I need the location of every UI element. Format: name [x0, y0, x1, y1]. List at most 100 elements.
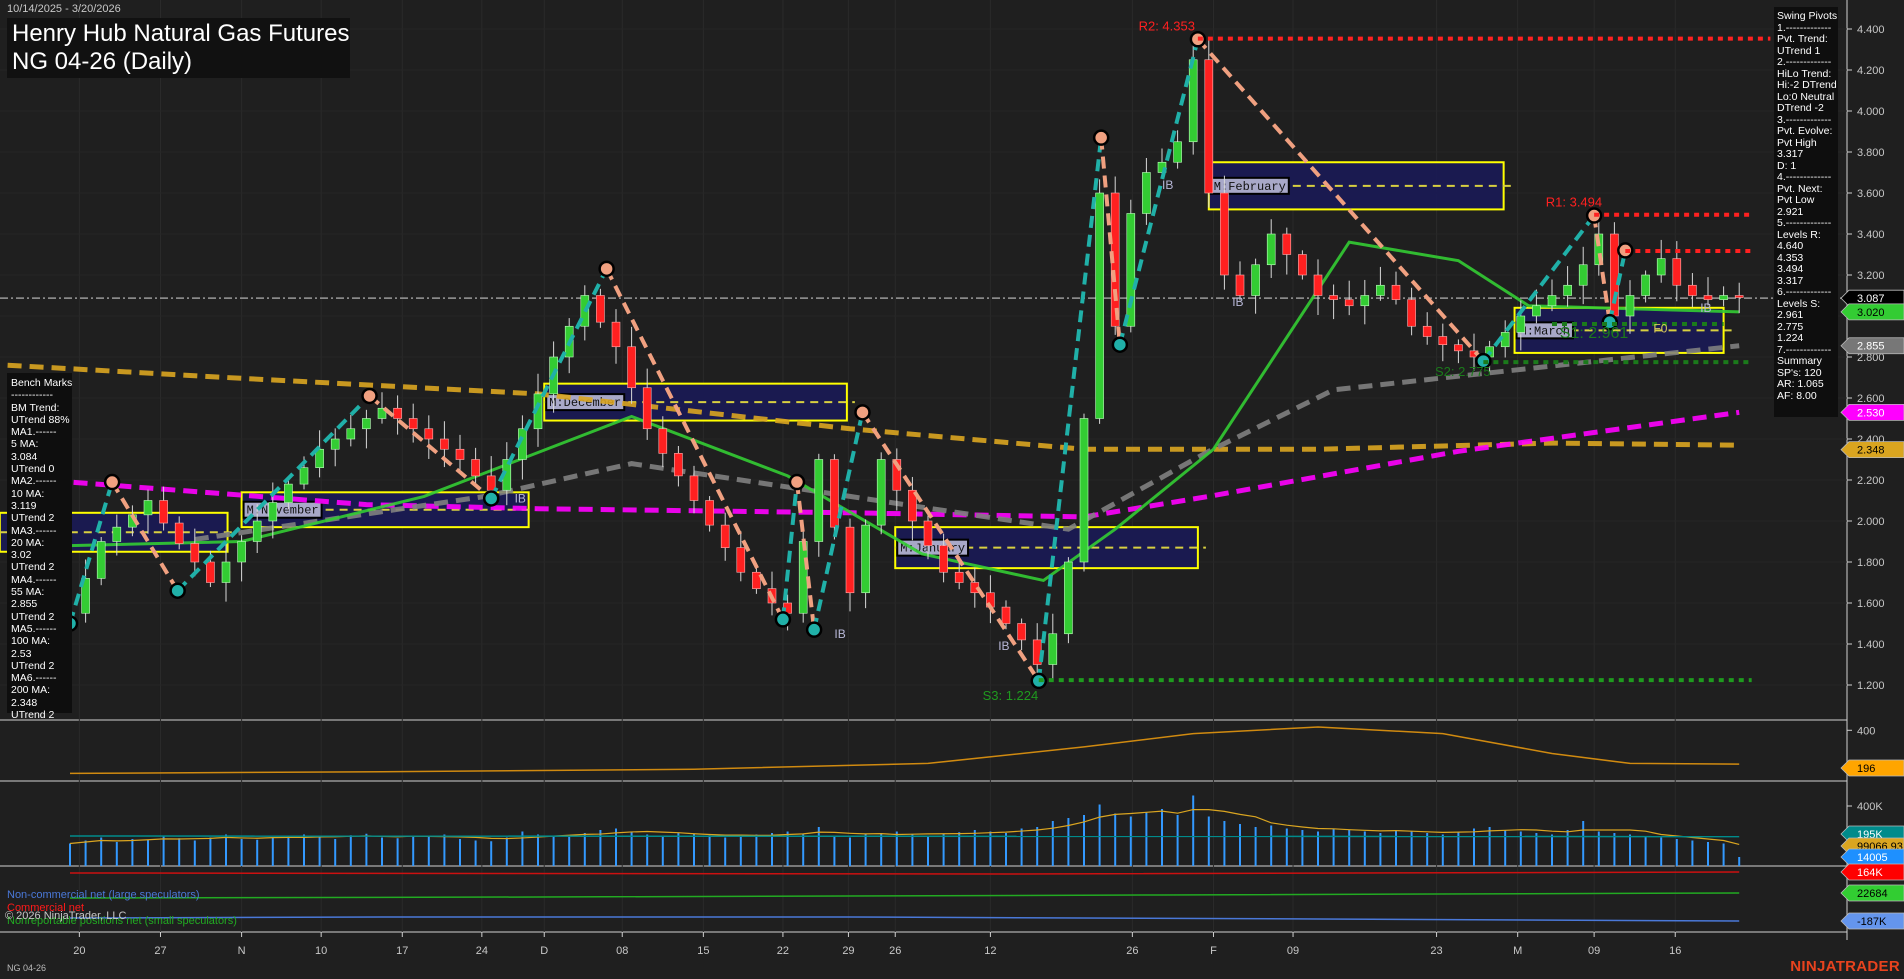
candle-up: [299, 467, 309, 485]
candle-up: [1360, 295, 1370, 307]
candle-down: [611, 321, 621, 348]
bench-marks-line: 2.855: [11, 598, 38, 611]
swing-pivots-line: DTrend -2: [1777, 102, 1824, 114]
candle-down: [752, 571, 761, 589]
swing-high-marker: [598, 260, 615, 278]
candle-down: [720, 524, 730, 548]
swing-pivots-line: 3.494: [1777, 263, 1804, 275]
bench-marks-line: MA6.------: [11, 672, 57, 685]
swing-low-marker: [482, 490, 500, 507]
bar-annotation: IB: [998, 639, 1009, 653]
y-tick-label: 4.200: [1857, 65, 1885, 77]
candle-up: [1126, 213, 1136, 327]
candle-up: [1048, 633, 1058, 665]
candle-up: [284, 483, 293, 503]
candle-down: [658, 428, 668, 454]
bench-marks-line: MA2.------: [11, 475, 57, 488]
legend-noncommercial: Non-commercial net (large speculators): [7, 889, 200, 901]
bench-marks-line: MA4.------: [11, 573, 57, 586]
bar-annotation: IB: [1162, 178, 1173, 192]
price-badge-text: 3.020: [1857, 307, 1885, 319]
x-tick-label: 24: [476, 945, 488, 957]
candle-up: [1719, 295, 1728, 300]
bench-marks-line: 200 MA:: [11, 684, 51, 697]
swing-pivots-line: Swing Pivots: [1777, 10, 1838, 22]
bench-marks-line: UTrend 2: [11, 659, 55, 672]
candle-up: [1532, 305, 1541, 317]
candle-up: [1641, 274, 1650, 296]
bench-marks-line: 10 MA:: [11, 487, 45, 500]
x-tick-label: D: [540, 945, 548, 957]
x-tick-label: 17: [396, 945, 408, 957]
candle-down: [1344, 299, 1354, 307]
swing-pivots-panel: Swing Pivots 1.------------- Pvt. Trend: UT…: [1774, 7, 1838, 417]
candle-down: [1407, 299, 1416, 327]
candle-down: [1001, 606, 1011, 624]
candle-down: [174, 522, 184, 544]
swing-down-leg: [604, 267, 785, 621]
bench-marks-line: MA5.------: [11, 622, 57, 635]
y-tick-label: 3.400: [1857, 229, 1885, 241]
x-tick-label: 08: [616, 945, 628, 957]
bench-marks-line: 2.348: [11, 696, 38, 709]
candle-up: [1188, 59, 1198, 143]
swing-pivots-line: 2.961: [1777, 309, 1804, 321]
swing-low-marker: [805, 621, 823, 638]
bench-marks-line: 2.53: [11, 647, 32, 660]
volume-badge-text: 14005: [1857, 852, 1888, 864]
bench-marks-line: UTrend 2: [11, 512, 55, 525]
ninjatrader-logo: NINJATRADER: [1790, 958, 1900, 975]
y-tick-label: 1.200: [1857, 680, 1885, 692]
y-tick-label: 1.400: [1857, 639, 1885, 651]
bench-marks-line: 5 MA:: [11, 438, 39, 451]
candle-down: [190, 543, 200, 563]
candle-down: [1298, 254, 1307, 276]
bench-marks-line: 100 MA:: [11, 635, 51, 648]
y-tick-label: 2.000: [1857, 516, 1885, 528]
swing-pivots-line: 6.-------------: [1777, 286, 1832, 298]
bench-marks-line: BM Trend:: [11, 401, 60, 414]
candle-up: [143, 500, 153, 516]
candle-up: [1578, 264, 1588, 286]
candle-up: [1266, 233, 1276, 266]
price-badge-text: 2.348: [1857, 445, 1885, 457]
bench-marks-line: UTrend 2: [11, 561, 55, 574]
candle-down: [1438, 336, 1448, 345]
swing-up-leg: [68, 481, 115, 625]
footer-symbol: NG 04-26: [7, 963, 47, 973]
swing-pivots-line: 5.-------------: [1777, 217, 1832, 229]
x-tick-label: 09: [1588, 945, 1600, 957]
y-tick-label: 1.600: [1857, 598, 1885, 610]
level-label: R2: 4.353: [1139, 19, 1195, 34]
candle-down: [627, 346, 636, 389]
candle-up: [1142, 172, 1151, 214]
swing-high-marker: [1092, 129, 1110, 146]
candle-up: [362, 418, 371, 430]
bench-marks-line: MA1.------: [11, 426, 57, 439]
candle-up: [1500, 332, 1510, 348]
price-chart[interactable]: 20 27 N 10 17 24 D 08 15 22 29 26 12 26 F 09 23 M 09 16 4.40…: [0, 0, 1904, 979]
swing-pivots-line: 4.640: [1777, 240, 1804, 252]
swing-down-leg: [1592, 215, 1612, 323]
candle-down: [642, 387, 652, 430]
open-interest-line: [69, 835, 1740, 838]
candle-down: [939, 545, 948, 573]
candle-down: [674, 453, 683, 477]
x-tick-label: N: [238, 945, 246, 957]
candle-up: [96, 541, 106, 579]
noncommercial-badge-text: -187K: [1857, 916, 1887, 928]
candle-down: [424, 428, 434, 440]
swing-pivots-line: Pvt Low: [1777, 194, 1815, 206]
candle-down: [1235, 274, 1245, 296]
candle-down: [1422, 325, 1432, 337]
nonreportable-badge-text: 22684: [1857, 888, 1888, 900]
swing-pivots-line: 1.224: [1777, 332, 1804, 344]
x-tick-label: 16: [1669, 945, 1681, 957]
swing-pivots-line: Pvt. Evolve:: [1777, 125, 1833, 137]
swing-up-leg: [780, 481, 799, 620]
y-tick-label: 2.600: [1857, 393, 1885, 405]
candle-down: [159, 500, 168, 524]
x-tick-label: 12: [984, 945, 996, 957]
candle-down: [1282, 233, 1292, 255]
y-tick-label: 4.000: [1857, 106, 1885, 118]
